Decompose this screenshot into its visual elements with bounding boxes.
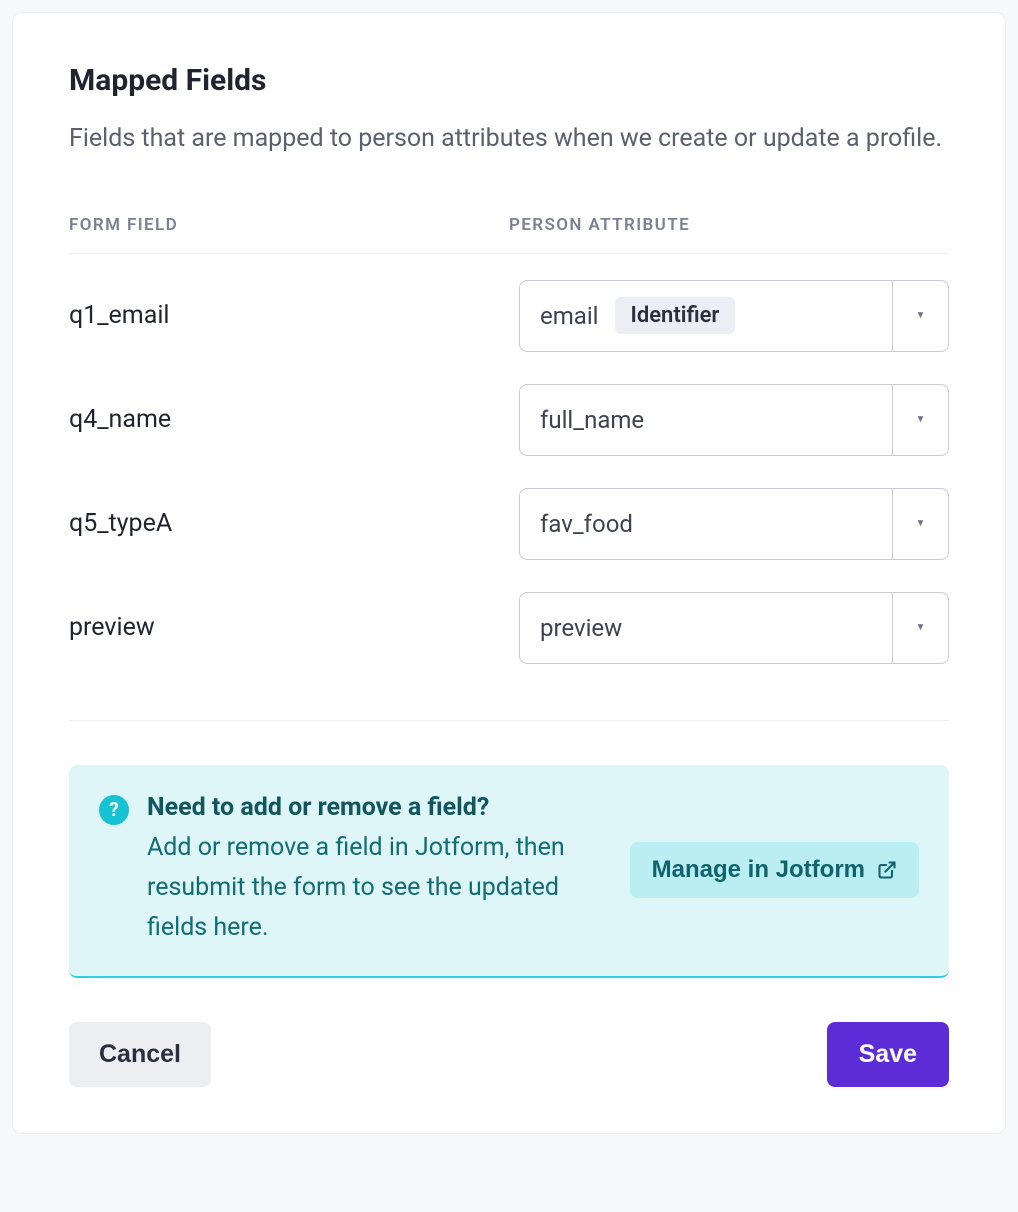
actions-row: Cancel Save — [69, 1022, 949, 1087]
attribute-select[interactable]: full_name ▼ — [519, 384, 949, 456]
chevron-down-icon: ▼ — [892, 489, 948, 559]
chevron-down-icon: ▼ — [892, 281, 948, 351]
table-row: q5_typeA fav_food ▼ — [69, 488, 949, 560]
mapped-fields-card: Mapped Fields Fields that are mapped to … — [12, 12, 1006, 1134]
help-icon: ? — [99, 795, 129, 825]
form-field-label: q5_typeA — [69, 509, 519, 538]
field-rows: q1_email email Identifier ▼ q4_name full… — [69, 280, 949, 664]
attribute-select[interactable]: fav_food ▼ — [519, 488, 949, 560]
attribute-select[interactable]: preview ▼ — [519, 592, 949, 664]
manage-in-jotform-button[interactable]: Manage in Jotform — [630, 842, 919, 898]
info-title: Need to add or remove a field? — [147, 793, 612, 822]
form-field-label: q4_name — [69, 405, 519, 434]
header-person-attribute: PERSON ATTRIBUTE — [509, 215, 949, 235]
table-headers: FORM FIELD PERSON ATTRIBUTE — [69, 215, 949, 254]
page-subtitle: Fields that are mapped to person attribu… — [69, 120, 949, 159]
table-row: q1_email email Identifier ▼ — [69, 280, 949, 352]
attribute-value: full_name — [540, 406, 644, 434]
table-row: q4_name full_name ▼ — [69, 384, 949, 456]
info-callout: ? Need to add or remove a field? Add or … — [69, 765, 949, 978]
manage-button-label: Manage in Jotform — [652, 856, 865, 884]
attribute-select[interactable]: email Identifier ▼ — [519, 280, 949, 352]
save-button[interactable]: Save — [827, 1022, 949, 1087]
identifier-badge: Identifier — [615, 297, 736, 334]
table-row: preview preview ▼ — [69, 592, 949, 664]
chevron-down-icon: ▼ — [892, 593, 948, 663]
attribute-value: fav_food — [540, 510, 633, 538]
form-field-label: preview — [69, 613, 519, 642]
divider — [69, 720, 949, 721]
attribute-value: email — [540, 302, 599, 330]
cancel-button[interactable]: Cancel — [69, 1022, 211, 1087]
form-field-label: q1_email — [69, 301, 519, 330]
external-link-icon — [877, 860, 897, 880]
attribute-value: preview — [540, 614, 622, 642]
header-form-field: FORM FIELD — [69, 215, 509, 235]
info-body: Add or remove a field in Jotform, then r… — [147, 828, 612, 948]
page-title: Mapped Fields — [69, 63, 949, 98]
chevron-down-icon: ▼ — [892, 385, 948, 455]
